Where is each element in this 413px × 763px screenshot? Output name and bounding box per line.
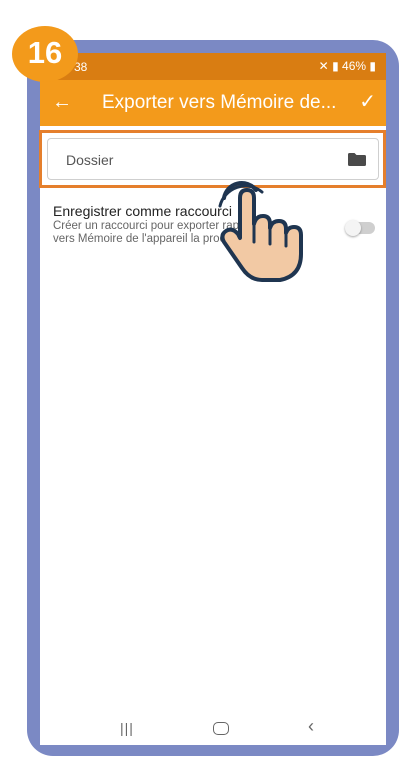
shortcut-toggle[interactable] bbox=[345, 220, 375, 236]
signal-icon: ▮ bbox=[332, 59, 339, 73]
system-nav-bar: ||| ‹ bbox=[40, 712, 386, 745]
mute-icon: ✕ bbox=[318, 59, 329, 73]
recent-apps-icon[interactable]: ||| bbox=[120, 720, 134, 736]
status-bar: 38 ✕ ▮ 46% ▮ bbox=[40, 53, 386, 80]
check-icon[interactable]: ✓ bbox=[359, 90, 376, 114]
status-icons: ✕ ▮ 46% ▮ bbox=[319, 59, 376, 73]
app-bar: ← Exporter vers Mémoire de... ✓ bbox=[40, 80, 386, 126]
step-badge: 16 bbox=[12, 26, 78, 82]
folder-icon[interactable] bbox=[348, 153, 366, 166]
home-icon[interactable] bbox=[213, 722, 229, 735]
tap-hand-icon bbox=[218, 181, 303, 282]
arrow-left-icon[interactable]: ← bbox=[52, 90, 72, 114]
page-title: Exporter vers Mémoire de... bbox=[102, 92, 337, 113]
toggle-knob bbox=[345, 220, 361, 236]
folder-field-placeholder: Dossier bbox=[66, 152, 114, 168]
folder-field[interactable]: Dossier bbox=[47, 138, 379, 180]
step-number: 16 bbox=[27, 35, 63, 70]
battery-percent: 46% bbox=[342, 59, 367, 73]
back-icon[interactable]: ‹ bbox=[308, 716, 314, 737]
battery-icon: ▮ bbox=[369, 59, 376, 73]
